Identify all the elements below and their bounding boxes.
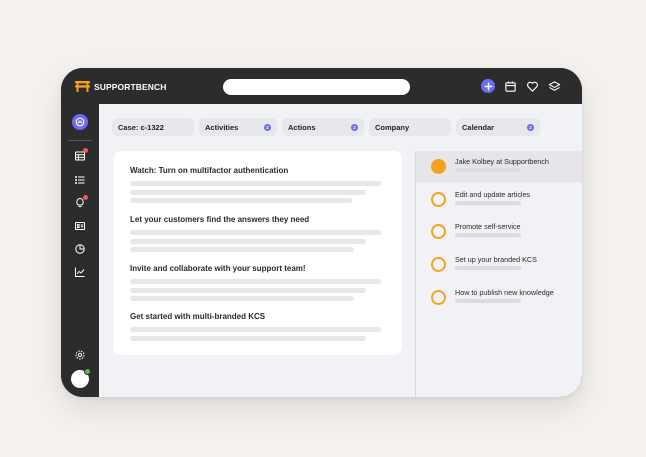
favorites-button[interactable]	[525, 79, 539, 93]
checklist-label: Set up your branded KCS	[455, 255, 537, 264]
add-button[interactable]	[481, 79, 495, 93]
checklist-item[interactable]: Set up your branded KCS	[416, 249, 582, 280]
top-actions	[481, 79, 561, 93]
id-card-icon	[75, 222, 85, 230]
checklist-panel: Jake Kolbey at Supportbench Edit and upd…	[415, 151, 582, 397]
placeholder-line	[130, 198, 352, 203]
settings-icon	[75, 350, 85, 360]
placeholder-line	[130, 189, 366, 195]
logo-icon	[75, 81, 90, 92]
sidebar-item-reports[interactable]	[72, 241, 88, 257]
checklist-item[interactable]: Promote self-service	[416, 216, 582, 247]
placeholder-line	[455, 168, 521, 172]
section-title: Invite and collaborate with your support…	[130, 264, 306, 273]
card-section-self-service[interactable]: Let your customers find the answers they…	[130, 215, 385, 256]
tab-activities[interactable]: Activities 2	[199, 118, 277, 136]
tab-actions[interactable]: Actions 2	[282, 118, 364, 136]
checklist-item[interactable]: Jake Kolbey at Supportbench	[416, 151, 582, 182]
tab-company[interactable]: Company	[369, 118, 451, 136]
user-avatar[interactable]	[71, 368, 91, 388]
placeholder-line	[455, 201, 521, 205]
pie-chart-icon	[75, 244, 85, 254]
sidebar-item-tickets[interactable]	[72, 148, 88, 164]
pending-check-icon	[431, 224, 446, 239]
main-panel: Case: c-1322 Activities 2 Actions 2 Comp…	[99, 104, 582, 397]
count-badge: 2	[264, 123, 271, 131]
pending-check-icon	[431, 290, 446, 305]
tab-label: Actions	[288, 122, 316, 132]
calendar-button[interactable]	[503, 79, 517, 93]
tab-case[interactable]: Case: c-1322	[112, 118, 194, 136]
sidebar-item-home[interactable]	[72, 114, 88, 130]
case-tabs: Case: c-1322 Activities 2 Actions 2 Comp…	[112, 118, 540, 136]
tab-label: Company	[375, 122, 410, 132]
home-icon	[75, 117, 85, 127]
sidebar-item-contacts[interactable]	[72, 218, 88, 234]
pending-check-icon	[431, 257, 446, 272]
checklist-label: Promote self-service	[455, 222, 521, 231]
app-window: SUPPORTBENCH Case: c-1322 Activities 2 A…	[61, 68, 582, 397]
checklist-item[interactable]: How to publish new knowledge	[416, 282, 582, 313]
placeholder-line	[130, 287, 366, 293]
pending-check-icon	[431, 192, 446, 207]
card-section-mfa[interactable]: Watch: Turn on multifactor authenticatio…	[130, 166, 385, 207]
checklist-item[interactable]: Edit and update articles	[416, 184, 582, 215]
sidebar-divider	[68, 140, 92, 141]
placeholder-line	[130, 279, 381, 284]
tab-label: Activities	[205, 122, 239, 132]
section-title: Get started with multi-branded KCS	[130, 312, 266, 321]
placeholder-line	[455, 233, 521, 237]
online-status-badge	[84, 368, 91, 375]
checklist-label: Jake Kolbey at Supportbench	[455, 157, 549, 166]
checklist-label: Edit and update articles	[455, 190, 531, 199]
layers-button[interactable]	[547, 79, 561, 93]
brand-logo[interactable]: SUPPORTBENCH	[75, 80, 167, 93]
checklist-label: How to publish new knowledge	[455, 288, 554, 297]
sidebar-item-settings[interactable]	[72, 347, 88, 363]
placeholder-line	[455, 299, 521, 303]
list-icon	[75, 176, 85, 184]
sidebar	[61, 104, 99, 397]
section-title: Watch: Turn on multifactor authenticatio…	[130, 166, 289, 175]
heart-icon	[526, 81, 538, 92]
tab-label: Calendar	[462, 122, 495, 132]
placeholder-line	[130, 238, 366, 244]
placeholder-line	[130, 181, 381, 186]
placeholder-line	[130, 327, 381, 332]
card-section-kcs[interactable]: Get started with multi-branded KCS	[130, 312, 385, 344]
placeholder-line	[130, 335, 366, 341]
sidebar-item-knowledge[interactable]	[72, 195, 88, 211]
plus-icon	[484, 82, 492, 90]
calendar-icon	[504, 80, 516, 92]
search-input[interactable]	[223, 79, 410, 95]
placeholder-line	[130, 230, 381, 235]
line-chart-icon	[75, 267, 85, 277]
completed-check-icon	[431, 159, 446, 174]
notification-dot	[83, 148, 88, 153]
placeholder-line	[455, 266, 521, 270]
count-badge: 2	[527, 123, 534, 131]
placeholder-line	[130, 296, 354, 301]
onboarding-card: Watch: Turn on multifactor authenticatio…	[113, 151, 402, 355]
notification-dot	[83, 195, 88, 200]
tab-calendar[interactable]: Calendar 2	[456, 118, 540, 136]
sidebar-item-analytics[interactable]	[72, 264, 88, 280]
section-title: Let your customers find the answers they…	[130, 215, 310, 224]
top-bar: SUPPORTBENCH	[61, 68, 582, 104]
tab-label: Case: c-1322	[118, 122, 164, 132]
placeholder-line	[130, 247, 354, 252]
card-section-invite-team[interactable]: Invite and collaborate with your support…	[130, 264, 385, 305]
count-badge: 2	[351, 123, 358, 131]
brand-name: SUPPORTBENCH	[94, 81, 167, 92]
layers-icon	[548, 80, 560, 91]
sidebar-item-list[interactable]	[72, 172, 88, 188]
